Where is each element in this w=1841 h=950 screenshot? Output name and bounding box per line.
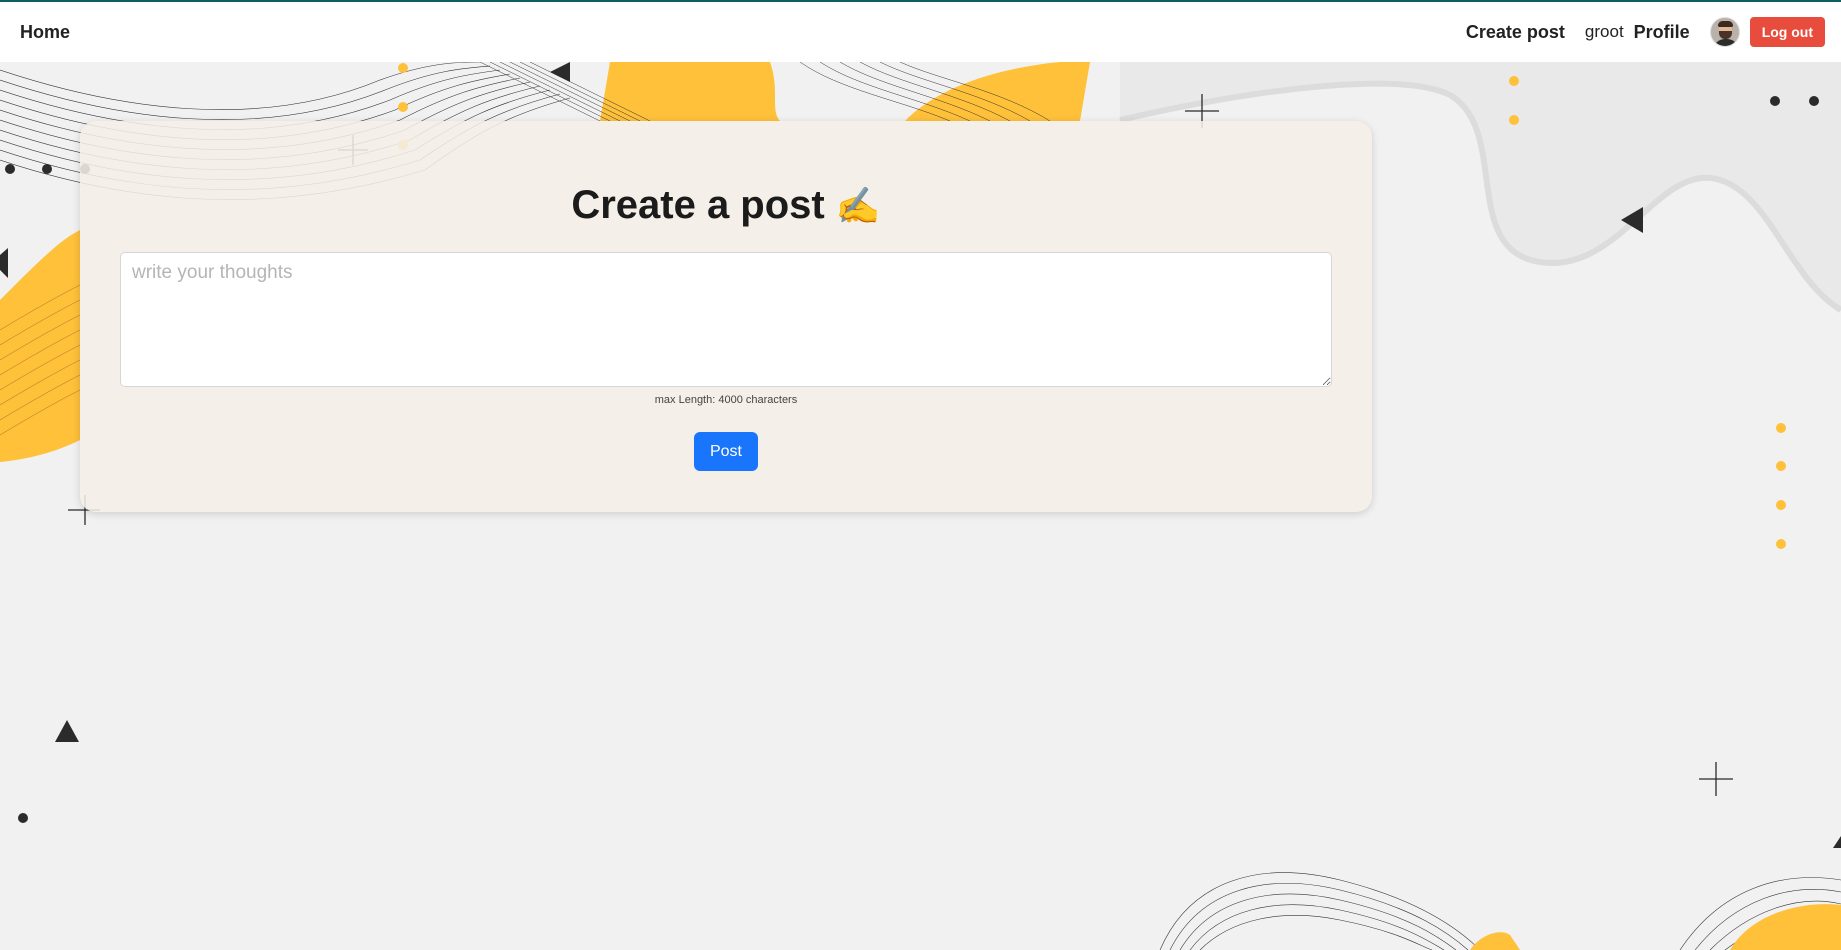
post-submit-button[interactable]: Post	[694, 432, 758, 471]
user-avatar[interactable]	[1709, 17, 1740, 47]
avatar-beard	[1718, 31, 1732, 39]
nav-username: groot	[1584, 22, 1624, 41]
avatar-shirt	[1712, 39, 1739, 46]
page-title-text: Create a post	[571, 183, 825, 227]
create-post-card: Create a post ✍ max Length: 4000 charact…	[80, 121, 1372, 512]
yellow-blob-bottom-right	[1730, 904, 1841, 950]
nav-create-post-link[interactable]: Create post	[1466, 22, 1565, 43]
yellow-blob-top-right	[905, 62, 1090, 121]
nav-home-link[interactable]: Home	[20, 22, 70, 43]
top-navbar: Home Create post groot Profile Log out	[0, 0, 1841, 62]
avatar-hair	[1717, 21, 1733, 27]
nav-right-group: Create post groot Profile Log out	[1466, 17, 1825, 47]
max-length-hint: max Length: 4000 characters	[654, 394, 798, 406]
logout-button[interactable]: Log out	[1749, 17, 1825, 47]
page-title: Create a post ✍	[80, 183, 1372, 228]
nav-profile-link[interactable]: Profile	[1634, 22, 1690, 43]
post-content-textarea[interactable]	[120, 252, 1332, 387]
yellow-blob-bottom	[1470, 932, 1520, 950]
yellow-blob-left	[0, 230, 80, 462]
page: Home Create post groot Profile Log out C…	[0, 0, 1841, 950]
writing-hand-icon: ✍	[835, 185, 881, 226]
yellow-blob-top	[600, 62, 780, 121]
